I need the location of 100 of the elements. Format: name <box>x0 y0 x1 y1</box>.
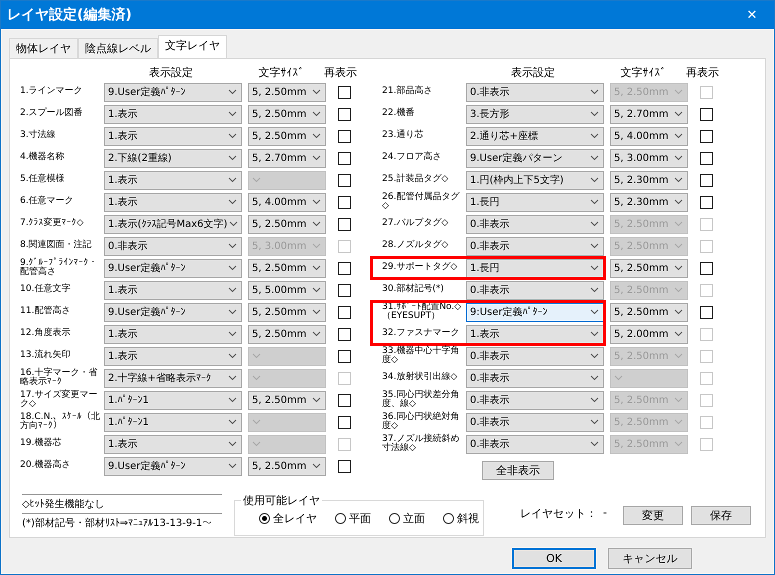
checkbox[interactable] <box>700 174 712 186</box>
checkbox[interactable] <box>338 196 350 208</box>
checkbox[interactable] <box>338 130 350 142</box>
action-button[interactable]: 保存 <box>691 506 751 525</box>
dropdown[interactable]: 3.長方形 <box>466 104 604 124</box>
chevron-icon <box>312 287 321 293</box>
radio-button[interactable] <box>335 512 346 524</box>
tab[interactable]: 文字レイヤ <box>158 35 227 58</box>
checkbox[interactable] <box>338 262 350 274</box>
chevron-icon <box>590 397 599 403</box>
dropdown[interactable]: 1.表示 <box>104 170 242 190</box>
dropdown[interactable]: 2.通り芯+座標 <box>466 126 604 146</box>
checkbox[interactable] <box>338 394 350 406</box>
dialog-button[interactable]: キャンセル <box>608 548 692 569</box>
setting-label: 33.機器中心十字角度◇ <box>382 346 460 366</box>
dropdown[interactable]: 1.表示 <box>104 126 242 146</box>
checkbox[interactable] <box>338 152 350 164</box>
dropdown[interactable]: 9.User定義ﾊﾟﾀｰﾝ <box>104 456 242 476</box>
dropdown[interactable]: 9.User定義ﾊﾟﾀｰﾝ <box>104 82 242 102</box>
dropdown[interactable]: 9.User定義パターン <box>466 148 604 168</box>
checkbox[interactable] <box>338 306 350 318</box>
close-button[interactable]: ✕ <box>730 1 774 29</box>
dropdown[interactable]: 1.ﾊﾟﾀｰﾝ1 <box>104 390 242 410</box>
dropdown[interactable]: 2.十字線+省略表示ﾏｰｸ <box>104 368 242 388</box>
dropdown[interactable]: 0.非表示 <box>466 412 604 432</box>
dropdown[interactable]: 5, 2.00mm <box>610 324 688 344</box>
checkbox[interactable] <box>338 460 350 472</box>
dropdown[interactable]: 1.表示 <box>104 104 242 124</box>
dropdown[interactable]: 5, 4.00mm <box>248 192 326 212</box>
dropdown[interactable]: 5, 2.70mm <box>248 148 326 168</box>
setting-label: 10.任意文字 <box>20 285 72 295</box>
dropdown[interactable]: 5, 2.50mm <box>248 456 326 476</box>
setting-label: 24.フロア高さ <box>382 153 442 163</box>
dropdown[interactable]: 0.非表示 <box>466 390 604 410</box>
dropdown[interactable]: 1.表示 <box>104 192 242 212</box>
dropdown[interactable]: 5, 2.30mm <box>610 192 688 212</box>
dropdown[interactable]: 1.長円 <box>466 192 604 212</box>
dropdown[interactable]: 5, 2.50mm <box>610 302 688 322</box>
dropdown[interactable]: 0.非表示 <box>466 214 604 234</box>
dropdown[interactable]: 5, 2.50mm <box>610 258 688 278</box>
dropdown[interactable]: 9.User定義ﾊﾟﾀｰﾝ <box>104 302 242 322</box>
checkbox[interactable] <box>338 86 350 98</box>
dropdown[interactable]: 0.非表示 <box>466 236 604 256</box>
dropdown[interactable]: 1.表示 <box>104 280 242 300</box>
dropdown[interactable]: 1.表示(ｸﾗｽ記号Max6文字) <box>104 214 242 234</box>
dropdown[interactable]: 5, 2.30mm <box>610 170 688 190</box>
chevron-icon <box>674 199 683 205</box>
checkbox[interactable] <box>338 284 350 296</box>
dropdown[interactable]: 2.下線(2重線) <box>104 148 242 168</box>
dropdown[interactable]: 5, 2.50mm <box>248 126 326 146</box>
radio-button[interactable] <box>443 512 454 524</box>
dropdown[interactable]: 0.非表示 <box>466 280 604 300</box>
dropdown[interactable]: 5, 5.00mm <box>248 280 326 300</box>
checkbox[interactable] <box>700 306 712 318</box>
dialog-button[interactable]: OK <box>512 548 596 569</box>
tab[interactable]: 物体レイヤ <box>9 38 78 58</box>
dropdown[interactable]: 0.非表示 <box>466 82 604 102</box>
dropdown[interactable]: 1.長円 <box>466 258 604 278</box>
dropdown[interactable]: 5, 3.00mm <box>610 148 688 168</box>
chevron-icon <box>674 441 683 447</box>
dropdown[interactable]: 5, 2.50mm <box>248 258 326 278</box>
dropdown[interactable]: 5, 2.70mm <box>610 104 688 124</box>
dropdown[interactable]: 9.User定義ﾊﾟﾀｰﾝ <box>104 258 242 278</box>
dropdown[interactable]: 5, 2.50mm <box>248 214 326 234</box>
dropdown[interactable]: 0.非表示 <box>104 236 242 256</box>
dropdown[interactable]: 0.非表示 <box>466 434 604 454</box>
dropdown[interactable]: 5, 2.50mm <box>248 104 326 124</box>
tab[interactable]: 陰点線レベル <box>78 38 158 58</box>
dropdown[interactable]: 9:User定義ﾊﾟﾀｰﾝ <box>466 302 604 322</box>
dropdown[interactable]: 1.ﾊﾟﾀｰﾝ1 <box>104 412 242 432</box>
dropdown[interactable]: 1.表示 <box>104 346 242 366</box>
dropdown[interactable]: 1.表示 <box>466 324 604 344</box>
chevron-icon <box>312 463 321 469</box>
dropdown[interactable]: 1.表示 <box>104 434 242 454</box>
checkbox[interactable] <box>338 416 350 428</box>
dropdown[interactable]: 5, 2.50mm <box>248 302 326 322</box>
dropdown[interactable]: 5, 4.00mm <box>610 126 688 146</box>
dropdown[interactable]: 5, 2.50mm <box>248 390 326 410</box>
dropdown[interactable]: 5, 2.50mm <box>248 324 326 344</box>
dropdown[interactable]: 5, 2.50mm <box>248 82 326 102</box>
checkbox[interactable] <box>700 130 712 142</box>
chevron-icon <box>590 243 599 249</box>
dropdown[interactable]: 1.円(枠内上下5文字) <box>466 170 604 190</box>
radio-button[interactable] <box>259 512 270 524</box>
checkbox[interactable] <box>338 218 350 230</box>
checkbox[interactable] <box>338 174 350 186</box>
checkbox[interactable] <box>700 262 712 274</box>
chevron-icon <box>590 441 599 447</box>
checkbox[interactable] <box>338 350 350 362</box>
checkbox[interactable] <box>700 196 712 208</box>
checkbox[interactable] <box>700 152 712 164</box>
checkbox[interactable] <box>700 108 712 120</box>
radio-button[interactable] <box>389 512 400 524</box>
dropdown[interactable]: 0.非表示 <box>466 346 604 366</box>
action-button[interactable]: 変更 <box>623 506 683 525</box>
dropdown[interactable]: 0.非表示 <box>466 368 604 388</box>
dropdown[interactable]: 1.表示 <box>104 324 242 344</box>
hide-all-button[interactable]: 全非表示 <box>482 461 554 480</box>
checkbox[interactable] <box>338 328 350 340</box>
checkbox[interactable] <box>338 108 350 120</box>
